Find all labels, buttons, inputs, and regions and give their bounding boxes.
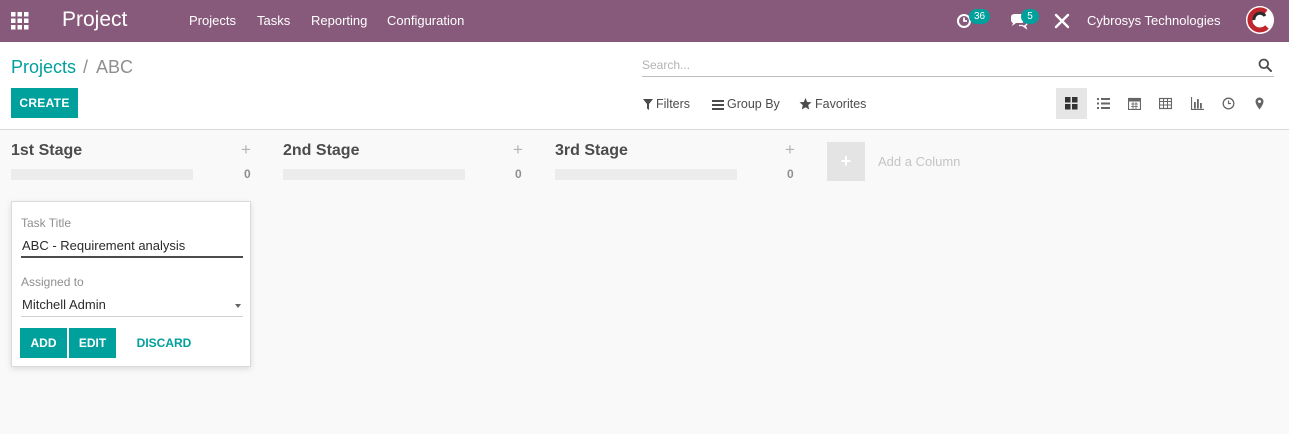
menu-tasks[interactable]: Tasks (257, 13, 290, 29)
search-bar (642, 54, 1274, 77)
favorites-label: Favorites (815, 97, 867, 111)
breadcrumb-current: ABC (96, 57, 134, 77)
column-quick-add-button[interactable]: + (513, 141, 523, 159)
list-view-icon (1097, 98, 1110, 109)
column-count: 0 (787, 167, 794, 181)
star-icon (799, 98, 812, 110)
menu-configuration[interactable]: Configuration (387, 13, 464, 29)
group-by-label: Group By (727, 97, 780, 111)
favorites-dropdown[interactable]: Favorites (799, 96, 866, 112)
column-progress-bar (11, 169, 193, 180)
assigned-to-value: Mitchell Admin (22, 297, 106, 312)
search-icon[interactable] (1258, 58, 1272, 72)
list-view-button[interactable] (1088, 88, 1119, 119)
activity-view-icon (1222, 97, 1235, 110)
quick-create-card: Task Title ABC - Requirement analysis As… (11, 201, 251, 367)
activity-badge: 36 (969, 9, 991, 24)
map-view-icon (1255, 97, 1264, 110)
map-view-button[interactable] (1244, 88, 1275, 119)
activity-view-button[interactable] (1213, 88, 1244, 119)
user-avatar[interactable] (1246, 6, 1274, 34)
edit-button[interactable]: EDIT (69, 328, 116, 358)
column-quick-add-button[interactable]: + (241, 141, 251, 159)
filter-icon (643, 99, 653, 110)
add-column-label[interactable]: Add a Column (878, 154, 960, 170)
chevron-down-icon[interactable] (235, 304, 241, 308)
debug-tools-icon[interactable] (1052, 11, 1072, 31)
group-by-dropdown[interactable]: Group By (712, 96, 780, 112)
filters-label: Filters (656, 97, 691, 111)
graph-view-icon (1191, 97, 1204, 110)
column-count: 0 (515, 167, 522, 181)
menu-projects[interactable]: Projects (189, 13, 236, 29)
column-title[interactable]: 3rd Stage (555, 141, 628, 161)
group-by-icon (712, 100, 724, 110)
calendar-view-button[interactable] (1119, 88, 1150, 119)
top-navbar: Project Projects Tasks Reporting Configu… (0, 0, 1289, 42)
pivot-view-button[interactable] (1150, 88, 1181, 119)
apps-grid-icon[interactable] (11, 12, 29, 30)
breadcrumb-projects-link[interactable]: Projects (11, 56, 76, 78)
kanban-view-icon (1065, 97, 1078, 110)
messages-badge: 5 (1021, 9, 1039, 24)
task-title-label: Task Title (21, 216, 72, 230)
column-progress-bar (555, 169, 737, 180)
filters-dropdown[interactable]: Filters (643, 96, 690, 112)
discard-button[interactable]: DISCARD (129, 328, 199, 358)
graph-view-button[interactable] (1182, 88, 1213, 119)
control-panel: Projects / ABC CREATE Filters Group By F… (0, 42, 1289, 130)
column-title[interactable]: 2nd Stage (283, 141, 359, 161)
company-name[interactable]: Cybrosys Technologies (1087, 13, 1220, 29)
column-quick-add-button[interactable]: + (785, 141, 795, 159)
add-column-button[interactable]: + (827, 142, 865, 181)
breadcrumb-separator: / (83, 57, 89, 77)
calendar-view-icon (1128, 97, 1141, 110)
task-title-input[interactable]: ABC - Requirement analysis (21, 236, 243, 258)
search-input[interactable] (642, 54, 1242, 76)
menu-reporting[interactable]: Reporting (311, 13, 367, 29)
column-title[interactable]: 1st Stage (11, 141, 82, 161)
plus-icon: + (840, 151, 852, 171)
pivot-view-icon (1159, 97, 1172, 110)
create-button[interactable]: CREATE (11, 88, 78, 118)
app-title[interactable]: Project (62, 7, 127, 33)
assigned-to-label: Assigned to (21, 275, 84, 289)
add-button[interactable]: ADD (20, 328, 67, 358)
assigned-to-select[interactable]: Mitchell Admin (21, 295, 243, 317)
kanban-view-button[interactable] (1056, 88, 1087, 119)
column-progress-bar (283, 169, 465, 180)
column-count: 0 (244, 167, 251, 181)
